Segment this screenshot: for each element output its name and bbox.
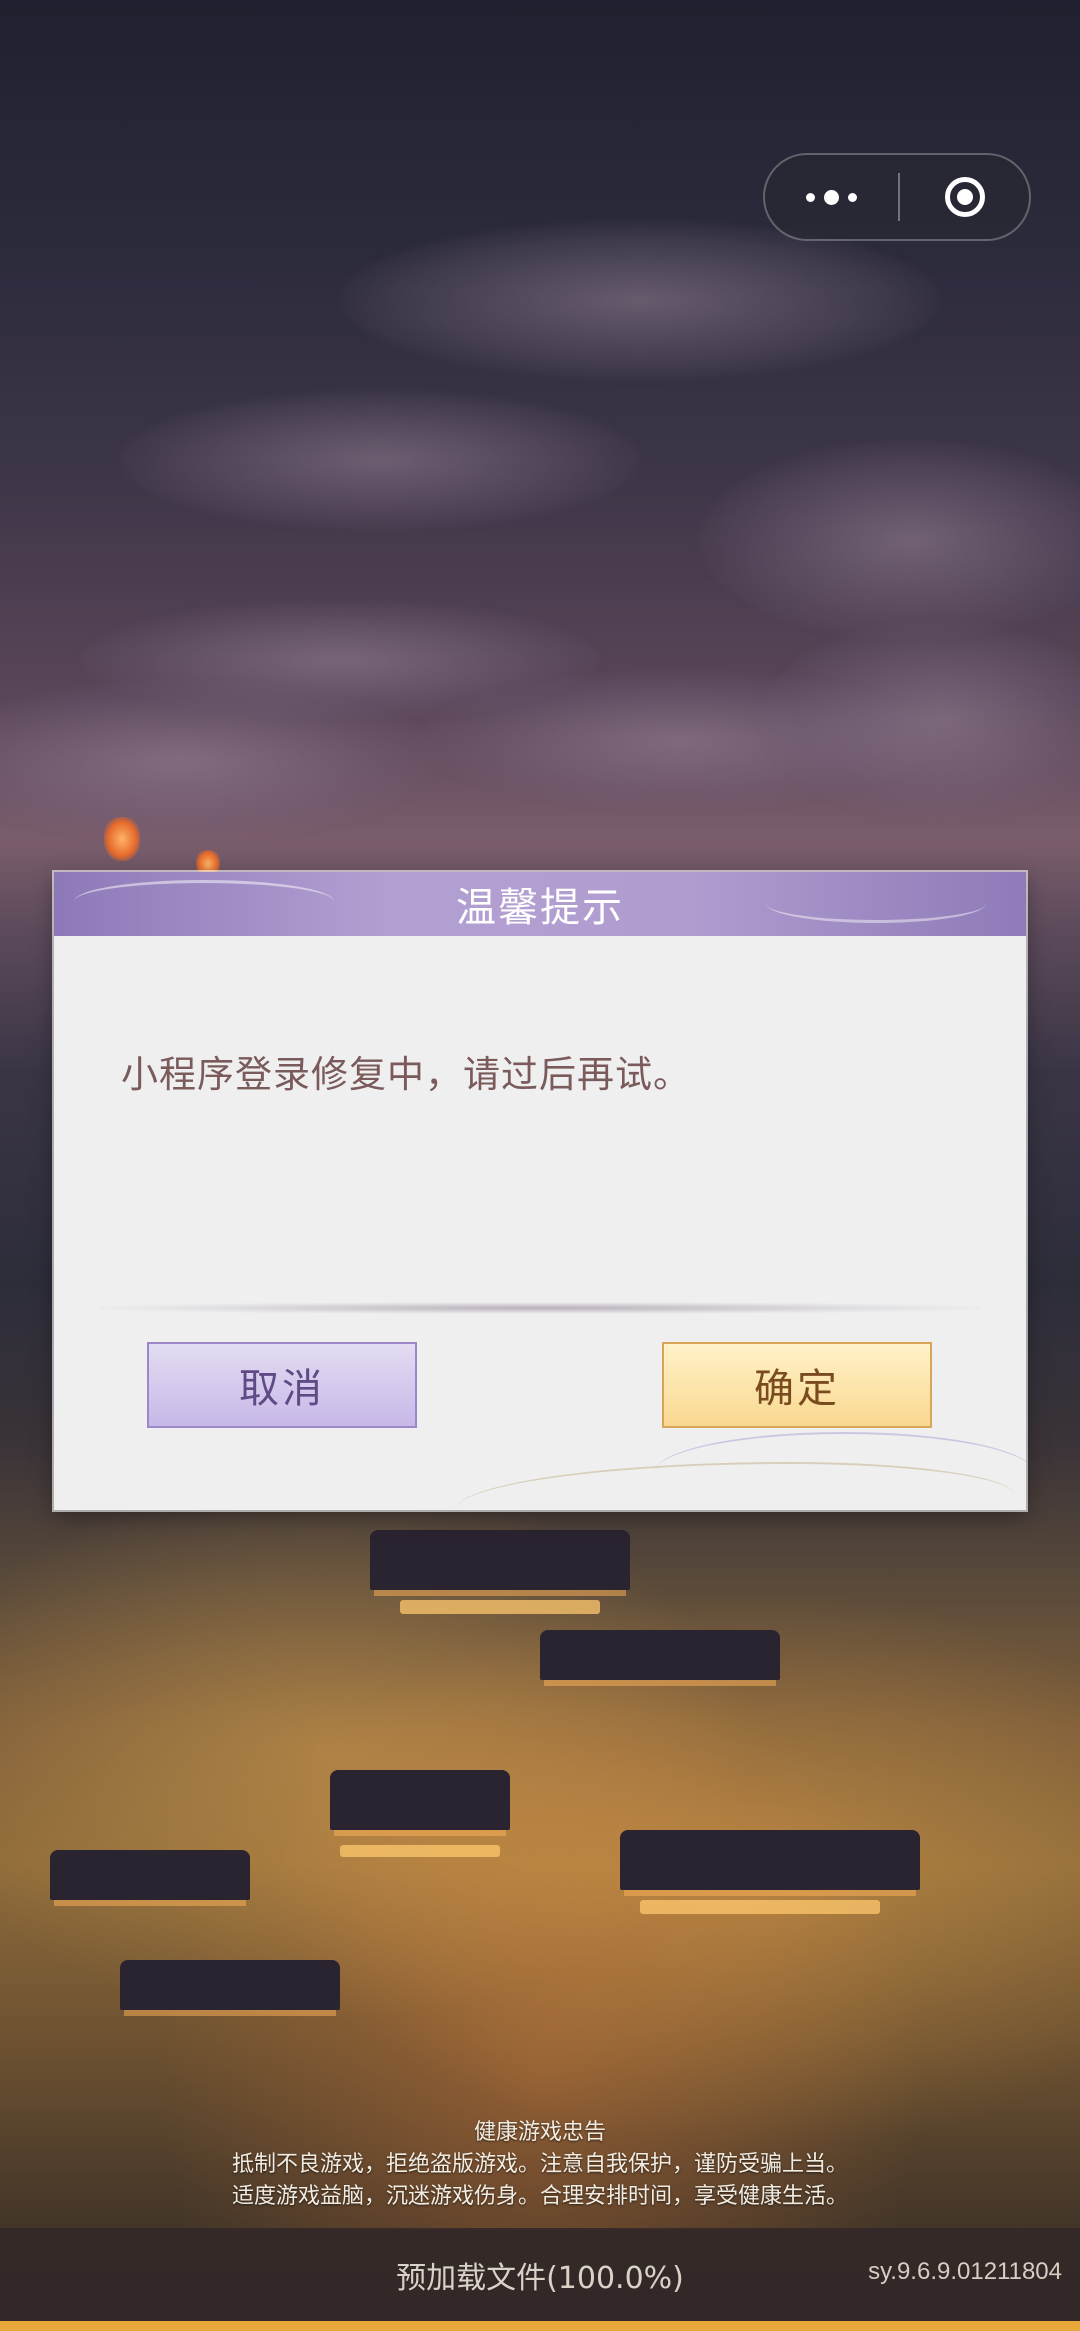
miniprogram-capsule [763, 153, 1031, 241]
target-close-icon [944, 177, 985, 217]
notice-dialog: 温馨提示 小程序登录修复中，请过后再试。 取消 确定 [54, 872, 1026, 1510]
window-light [340, 1845, 500, 1857]
dialog-header: 温馨提示 [54, 872, 1026, 936]
more-dots-icon [806, 192, 815, 202]
window-light [640, 1900, 880, 1914]
dialog-divider [100, 1302, 980, 1314]
cloud [700, 440, 1080, 640]
building-roof [330, 1770, 510, 1830]
dialog-message: 小程序登录修复中，请过后再试。 [121, 1053, 691, 1096]
version-label: sy.9.6.9.01211804 [868, 2258, 1062, 2285]
more-dots-icon [848, 192, 857, 202]
health-gaming-notice: 健康游戏忠告 抵制不良游戏，拒绝盗版游戏。注意自我保护，谨防受骗上当。 适度游戏… [0, 2117, 1080, 2213]
dialog-wave-decoration [654, 1432, 1026, 1510]
notice-title: 健康游戏忠告 [473, 2120, 606, 2145]
notice-line: 适度游戏益脑，沉迷游戏伤身。合理安排时间，享受健康生活。 [231, 2184, 848, 2209]
dialog-title: 温馨提示 [456, 885, 624, 931]
cloud [120, 390, 640, 530]
sky-lantern [104, 817, 140, 861]
window-light [400, 1600, 600, 1614]
cancel-button[interactable]: 取消 [147, 1342, 417, 1428]
loading-bar: 预加载文件(100.0%) sy.9.6.9.01211804 [0, 2228, 1080, 2331]
confirm-button[interactable]: 确定 [662, 1342, 932, 1428]
header-decoration [766, 884, 986, 923]
notice-line: 抵制不良游戏，拒绝盗版游戏。注意自我保护，谨防受骗上当。 [231, 2152, 848, 2177]
header-decoration [74, 880, 334, 923]
cloud [340, 220, 940, 380]
building-roof [50, 1850, 250, 1900]
more-options-button[interactable] [765, 155, 898, 239]
game-screen: 温馨提示 小程序登录修复中，请过后再试。 取消 确定 健康游戏忠告 抵制不良游戏… [0, 0, 1080, 2331]
building-roof [120, 1960, 340, 2010]
loading-progress-fill [0, 2321, 1080, 2331]
more-dots-icon [824, 189, 839, 205]
building-roof [540, 1630, 780, 1680]
building-roof [620, 1830, 920, 1890]
building-roof [370, 1530, 630, 1590]
close-miniprogram-button[interactable] [900, 155, 1029, 239]
